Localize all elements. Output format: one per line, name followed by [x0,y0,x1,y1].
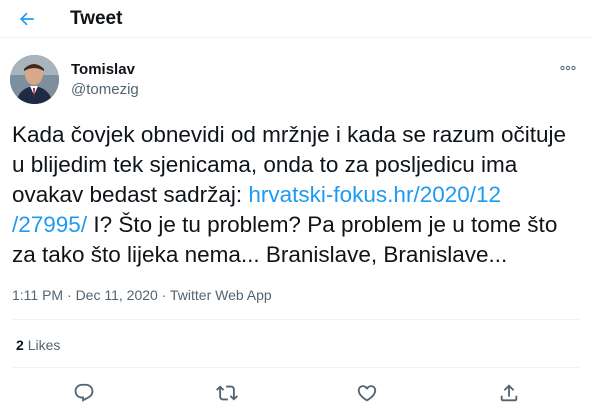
retweet-icon [216,385,238,401]
back-button[interactable] [10,2,44,36]
page-title: Tweet [70,8,123,29]
author-handle[interactable]: @tomezig [71,81,139,98]
meta-separator: · [157,287,171,303]
share-button[interactable] [496,380,522,406]
avatar[interactable] [10,55,59,104]
tweet-meta: 1:11 PM · Dec 11, 2020 · Twitter Web App [12,287,272,303]
tweet-source[interactable]: Twitter Web App [170,287,272,303]
arrow-left-icon [19,12,34,26]
tweet-date[interactable]: Dec 11, 2020 [76,287,158,303]
reply-button[interactable] [71,380,97,406]
tweet-link-line1: hrvatski-fokus.hr/2020/12 [248,182,502,207]
share-icon [500,384,518,402]
tweet-link-line2: /27995/ [12,212,88,237]
divider [12,367,580,368]
tweet-time[interactable]: 1:11 PM [12,287,63,303]
tweet-text: Kada čovjek obnevidi od mržnje i kada se… [12,120,584,270]
top-bar: Tweet [0,0,592,38]
like-button[interactable] [354,380,380,406]
retweet-button[interactable] [214,380,240,406]
more-button[interactable] [556,58,580,78]
divider [12,319,580,320]
tweet-text-part2: I? Što je tu problem? Pa problem je u to… [12,212,558,267]
like-icon [357,385,377,402]
author-name[interactable]: Tomislav [71,61,135,78]
more-icon [560,65,576,71]
likes-label: Likes [27,337,61,353]
likes-count: 2 [16,337,24,353]
meta-separator: · [63,287,76,303]
likes-stat[interactable]: 2 Likes [16,337,60,353]
reply-icon [74,383,94,402]
